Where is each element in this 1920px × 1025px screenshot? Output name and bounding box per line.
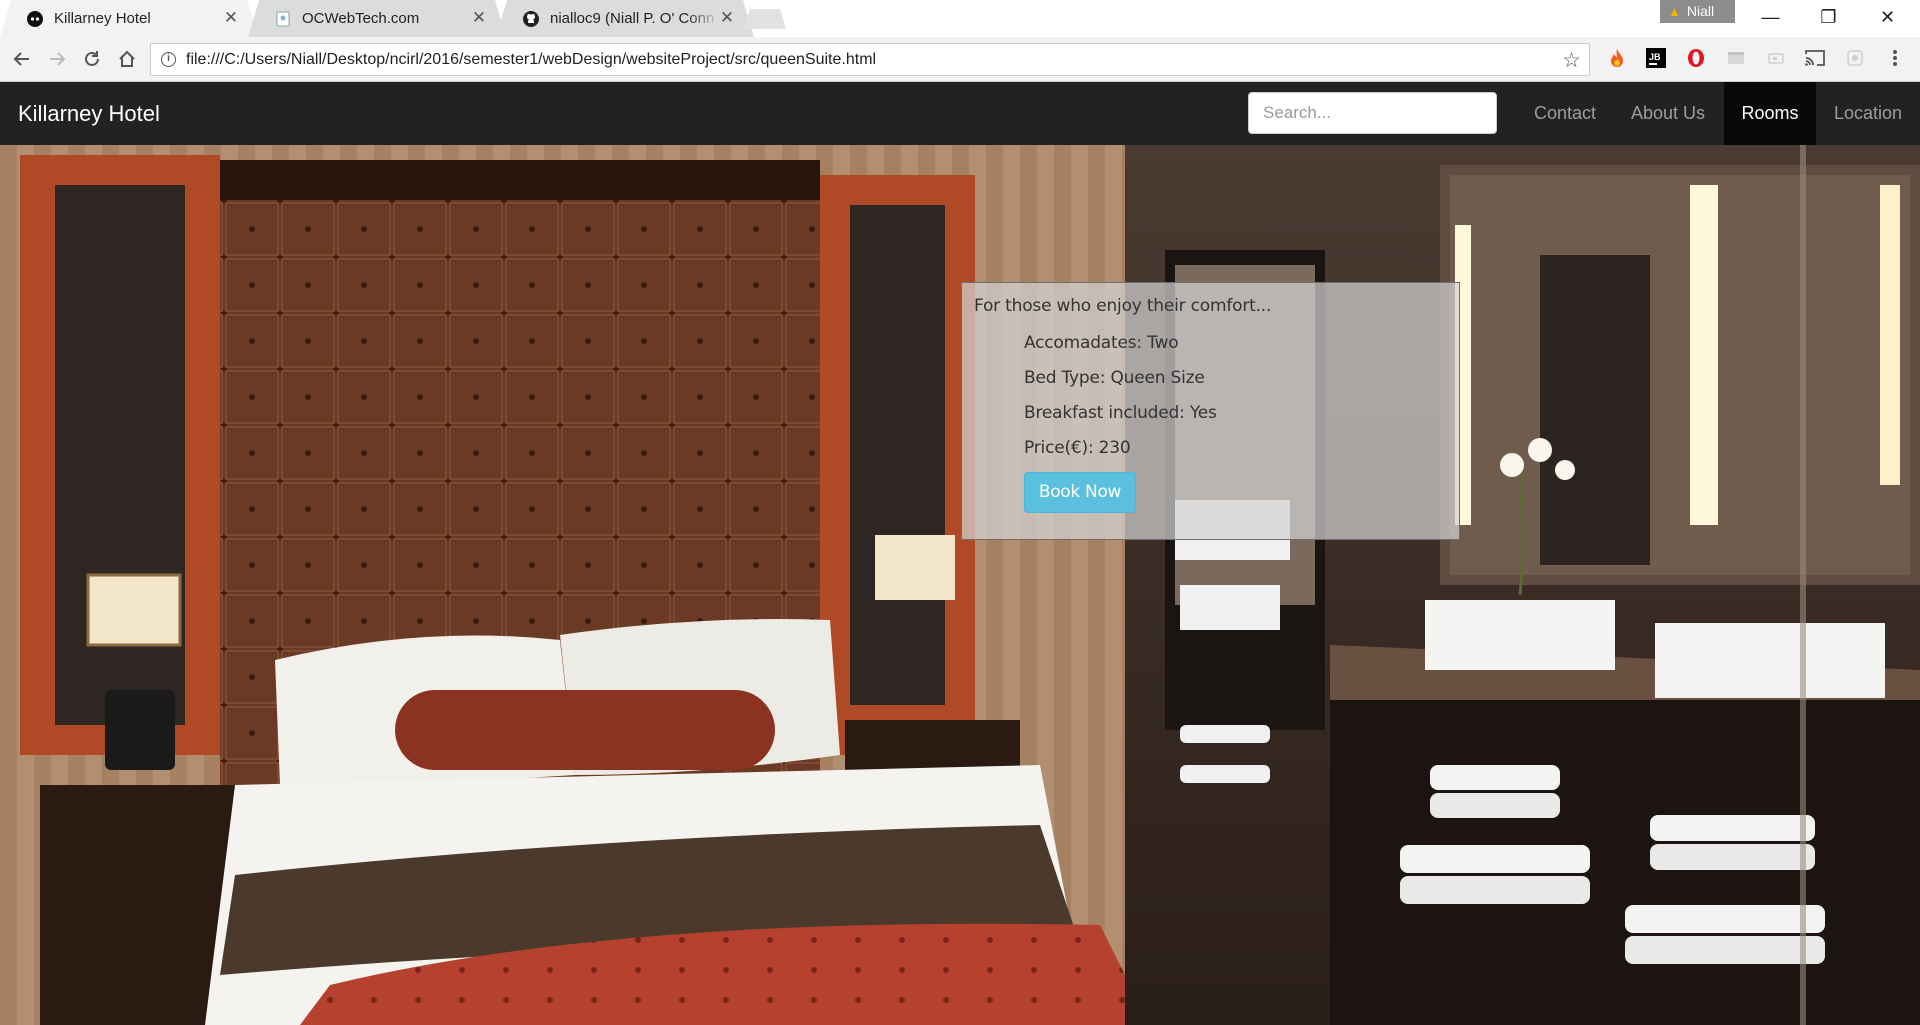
nav-link-location[interactable]: Location <box>1816 82 1920 145</box>
tab-title: nialloc9 (Niall P. O' Conn <box>550 10 715 27</box>
page-icon <box>274 10 292 28</box>
profile-name: Niall <box>1686 3 1715 19</box>
tab-title: OCWebTech.com <box>302 10 420 27</box>
minimize-button[interactable]: — <box>1743 0 1798 34</box>
close-tab-icon[interactable]: ✕ <box>222 9 240 27</box>
cast-icon[interactable] <box>1804 48 1826 70</box>
price-text: Price(€): 230 <box>1024 438 1131 458</box>
bed-type-text: Bed Type: Queen Size <box>1024 368 1205 388</box>
profile-button[interactable]: ▲ Niall <box>1660 0 1735 23</box>
url-text: file:///C:/Users/Niall/Desktop/ncirl/201… <box>186 51 877 68</box>
fire-extension-icon[interactable] <box>1606 48 1628 70</box>
close-tab-icon[interactable]: ✕ <box>470 9 488 27</box>
book-now-button[interactable]: Book Now <box>1024 472 1136 513</box>
back-arrow-icon[interactable] <box>9 46 35 72</box>
extension-icon[interactable] <box>1765 48 1787 70</box>
restore-button[interactable]: ❐ <box>1801 0 1856 34</box>
extension-icon[interactable] <box>1725 48 1747 70</box>
tab-ocwebtech[interactable]: OCWebTech.com ✕ <box>248 0 506 37</box>
nav-link-contact[interactable]: Contact <box>1518 82 1612 145</box>
breakfast-text: Breakfast included: Yes <box>1024 403 1217 423</box>
nav-link-rooms[interactable]: Rooms <box>1724 82 1816 145</box>
tab-github[interactable]: nialloc9 (Niall P. O' Conn ✕ <box>496 0 754 37</box>
info-icon[interactable]: i <box>161 52 176 67</box>
reload-icon[interactable] <box>79 46 105 72</box>
close-window-button[interactable]: ✕ <box>1860 0 1915 34</box>
site-brand[interactable]: Killarney Hotel <box>18 101 160 127</box>
github-icon <box>522 10 540 28</box>
site-navbar: Killarney Hotel Contact About Us Rooms L… <box>0 82 1920 145</box>
queen-suite-photo <box>0 145 1920 1025</box>
bookmark-star-icon[interactable]: ☆ <box>1562 48 1581 73</box>
extension-icon[interactable] <box>1844 48 1866 70</box>
room-details-card: For those who enjoy their comfort... Acc… <box>961 282 1460 540</box>
page-viewport: Killarney Hotel Contact About Us Rooms L… <box>0 82 1920 1025</box>
tab-title: Killarney Hotel <box>54 10 151 27</box>
forward-arrow-icon[interactable] <box>44 46 70 72</box>
tab-strip: Killarney Hotel ✕ OCWebTech.com ✕ niallo… <box>0 0 1920 37</box>
site-favicon-icon <box>26 10 44 28</box>
address-bar[interactable]: i file:///C:/Users/Niall/Desktop/ncirl/2… <box>150 43 1590 76</box>
jetbrains-extension-icon[interactable]: JB <box>1645 48 1667 70</box>
menu-kebab-icon[interactable] <box>1884 48 1906 70</box>
new-tab-button[interactable] <box>744 9 786 29</box>
search-input[interactable] <box>1248 92 1497 134</box>
browser-toolbar: i file:///C:/Users/Niall/Desktop/ncirl/2… <box>0 37 1920 82</box>
home-icon[interactable] <box>114 46 140 72</box>
opera-extension-icon[interactable] <box>1685 48 1707 70</box>
close-tab-icon[interactable]: ✕ <box>718 9 736 27</box>
svg-text:JB: JB <box>1649 52 1661 62</box>
tab-killarney-hotel[interactable]: Killarney Hotel ✕ <box>0 0 258 37</box>
nav-link-about-us[interactable]: About Us <box>1612 82 1724 145</box>
accommodates-text: Accomadates: Two <box>1024 333 1179 353</box>
room-tagline: For those who enjoy their comfort... <box>974 296 1272 316</box>
warning-icon: ▲ <box>1668 4 1681 19</box>
